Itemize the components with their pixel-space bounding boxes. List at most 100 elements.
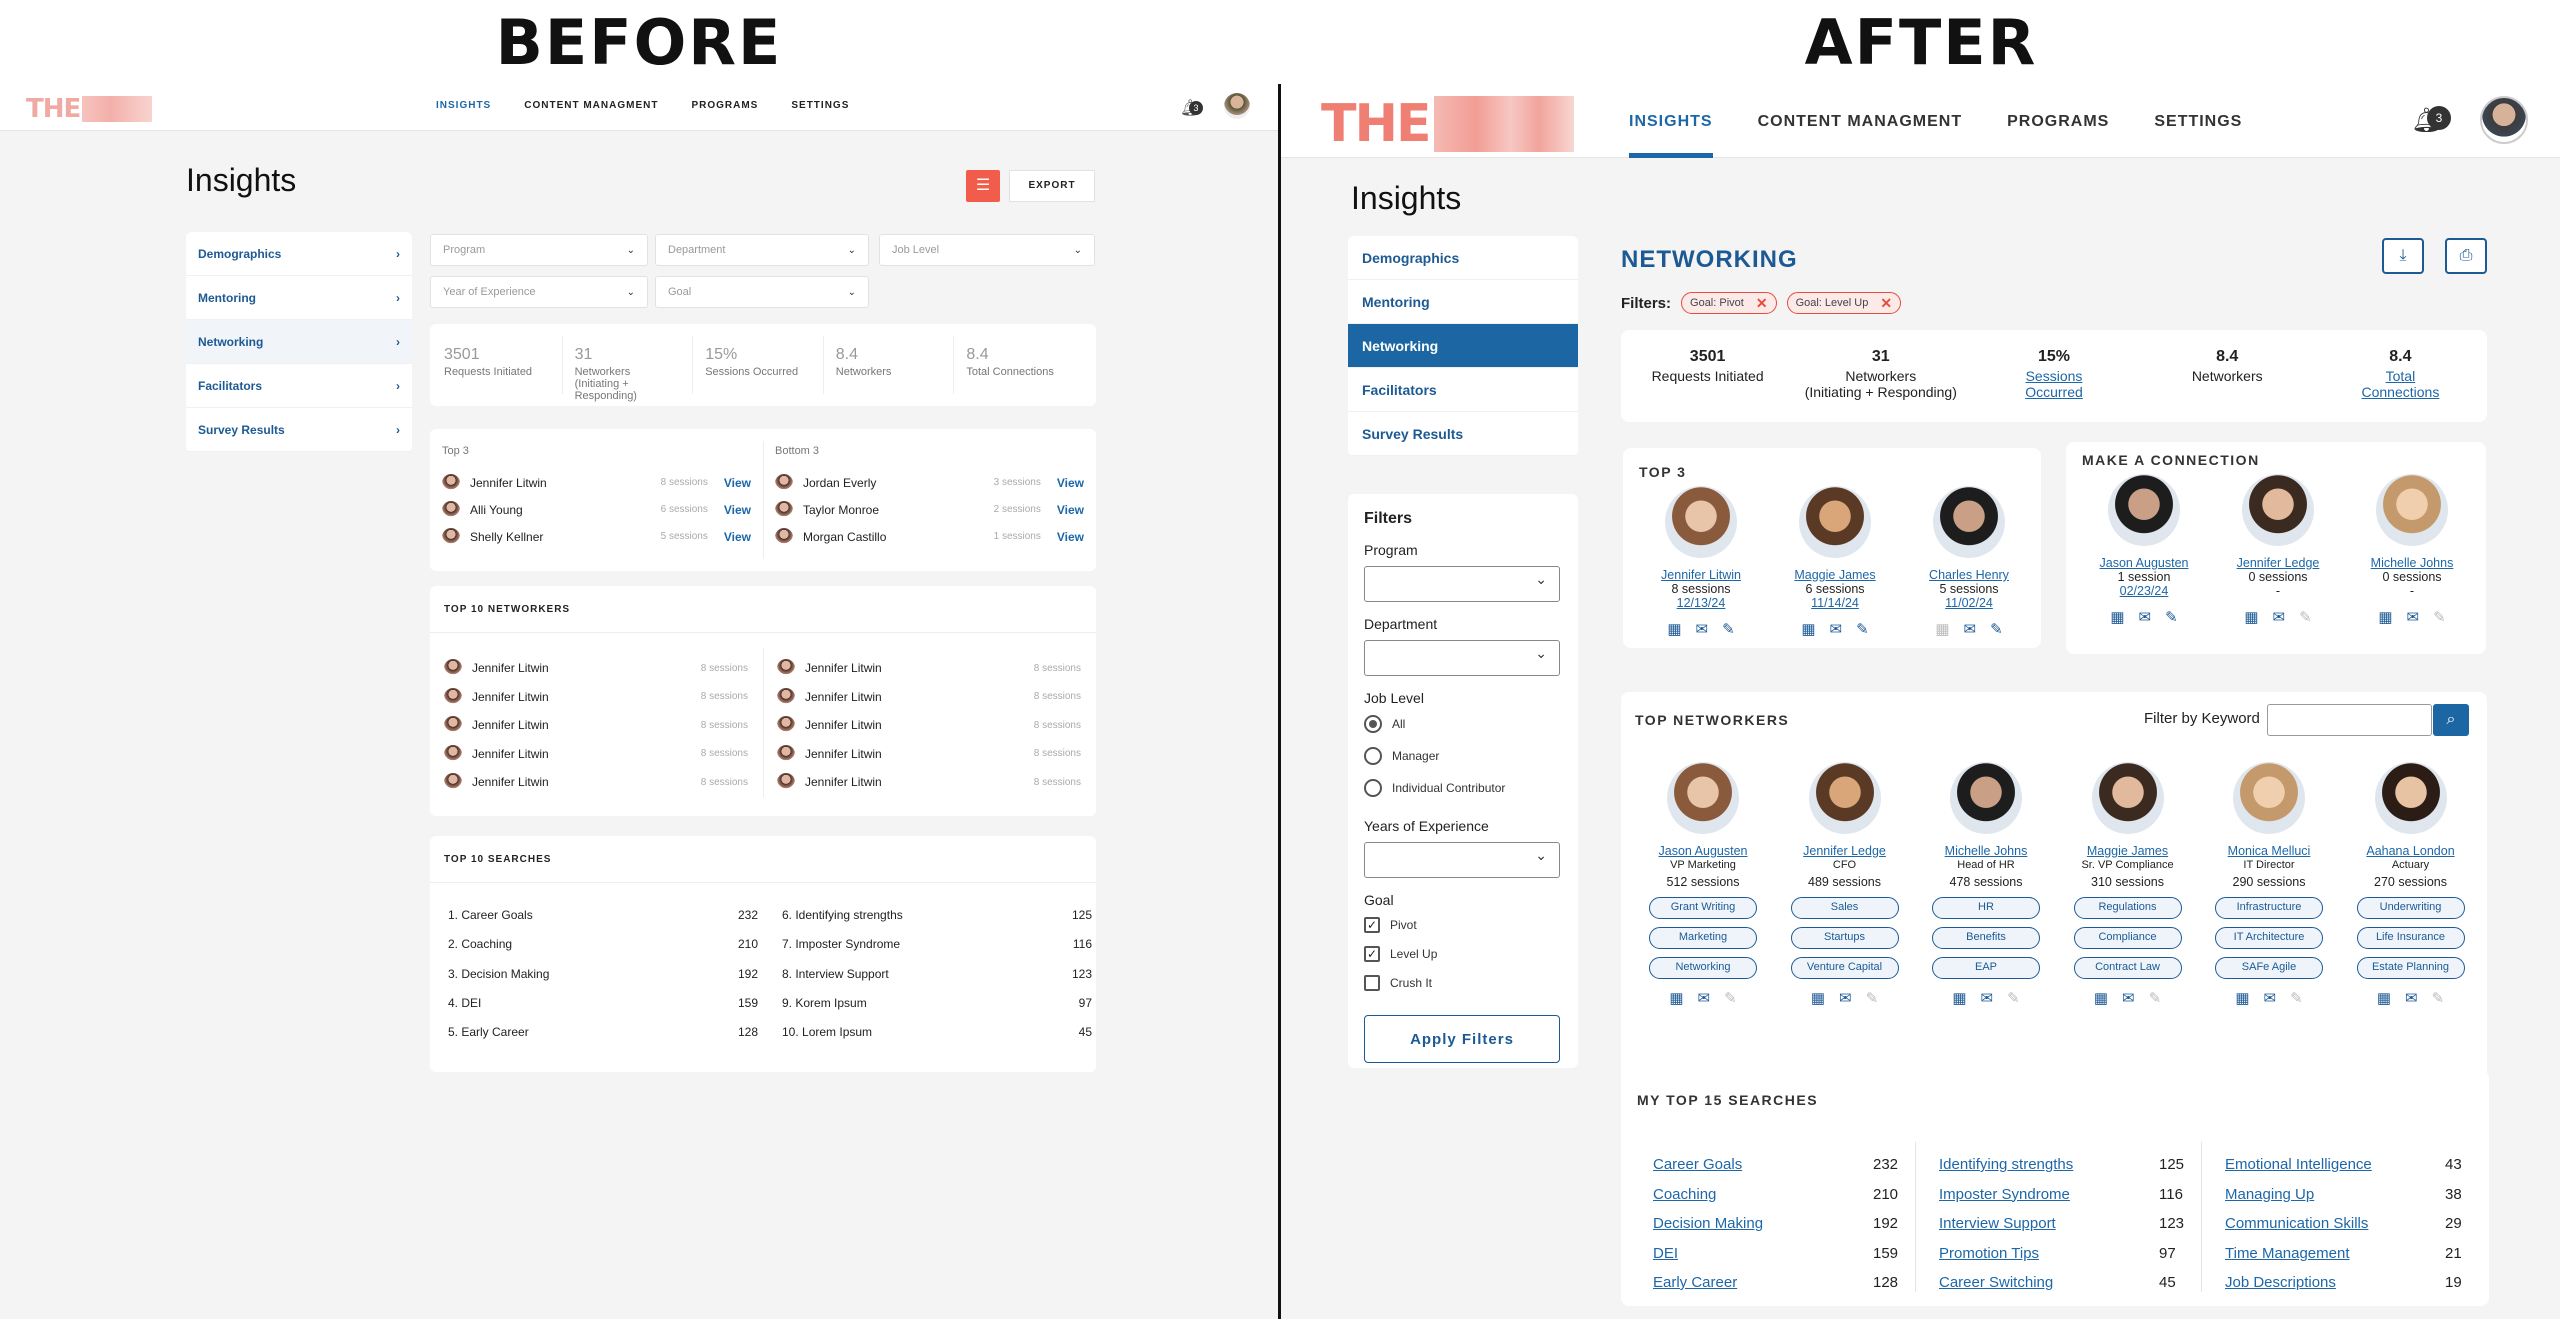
stat-label[interactable]: Sessions Occurred	[1967, 368, 2140, 400]
person-name[interactable]: Jennifer Ledge	[2212, 556, 2344, 570]
expertise-tag[interactable]: Sales	[1790, 897, 1899, 919]
nav-content-management[interactable]: CONTENT MANAGMENT	[524, 100, 658, 111]
program-select[interactable]: Program ⌄	[430, 234, 648, 266]
search-term-link[interactable]: Identifying strengths	[1939, 1156, 2073, 1186]
person-name[interactable]: Jason Augusten	[1633, 844, 1773, 858]
close-icon[interactable]: ✕	[1880, 295, 1892, 312]
calendar-icon[interactable]: ▦	[1669, 989, 1683, 1007]
expertise-tag[interactable]: Marketing	[1649, 927, 1757, 949]
calendar-icon[interactable]: ▦	[2110, 608, 2124, 626]
view-link[interactable]: View	[1057, 476, 1084, 490]
sidebar-item-demographics[interactable]: Demographics	[1348, 236, 1578, 280]
search-term-link[interactable]: Early Career	[1653, 1274, 1737, 1304]
profile-photo[interactable]	[2376, 474, 2448, 546]
checkbox-option[interactable]: Crush It	[1364, 968, 1562, 997]
print-button[interactable]: ⎙	[2445, 238, 2487, 274]
experience-select[interactable]: Year of Experience ⌄	[430, 276, 648, 308]
view-link[interactable]: View	[724, 476, 751, 490]
profile-photo[interactable]	[1667, 762, 1739, 834]
search-term-link[interactable]: Job Descriptions	[2225, 1274, 2336, 1304]
mail-icon[interactable]: ✉	[1964, 620, 1977, 638]
sidebar-item-facilitators[interactable]: Facilitators ›	[186, 364, 412, 408]
view-link[interactable]: View	[1057, 503, 1084, 517]
person-name[interactable]: Aahana London	[2341, 844, 2481, 858]
notes-icon[interactable]: ✎	[2299, 608, 2312, 626]
expertise-tag[interactable]: Benefits	[1932, 927, 2040, 949]
search-button[interactable]: ⌕	[2433, 704, 2469, 736]
calendar-icon[interactable]: ▦	[2377, 989, 2391, 1007]
mail-icon[interactable]: ✉	[2139, 608, 2152, 626]
profile-photo[interactable]	[1799, 486, 1871, 558]
filter-sliders-button[interactable]: ☰	[966, 170, 1000, 202]
search-term-link[interactable]: Coaching	[1653, 1186, 1716, 1216]
notes-icon[interactable]: ✎	[1722, 620, 1735, 638]
radio-button[interactable]	[1364, 715, 1382, 733]
calendar-icon[interactable]: ▦	[1811, 989, 1825, 1007]
profile-photo[interactable]	[1933, 486, 2005, 558]
calendar-icon[interactable]: ▦	[1667, 620, 1681, 638]
mail-icon[interactable]: ✉	[1698, 989, 1711, 1007]
view-link[interactable]: View	[724, 530, 751, 544]
checkbox-option[interactable]: ✓ Level Up	[1364, 939, 1562, 968]
notes-icon[interactable]: ✎	[2165, 608, 2178, 626]
logo[interactable]: THE	[1321, 94, 1574, 154]
mail-icon[interactable]: ✉	[2273, 608, 2286, 626]
profile-photo[interactable]	[2108, 474, 2180, 546]
notes-icon[interactable]: ✎	[1724, 989, 1737, 1007]
person-name[interactable]: Maggie James	[2058, 844, 2198, 858]
view-link[interactable]: View	[1057, 530, 1084, 544]
search-term-link[interactable]: DEI	[1653, 1245, 1678, 1275]
avatar[interactable]	[2480, 96, 2528, 144]
expertise-tag[interactable]: Networking	[1649, 957, 1757, 979]
close-icon[interactable]: ✕	[1756, 295, 1768, 312]
job-level-select[interactable]: Job Level ⌄	[879, 234, 1095, 266]
search-term-link[interactable]: Career Goals	[1653, 1156, 1742, 1186]
nav-settings[interactable]: SETTINGS	[2154, 84, 2242, 158]
profile-photo[interactable]	[1808, 762, 1881, 834]
expertise-tag[interactable]: Infrastructure	[2215, 897, 2323, 919]
mail-icon[interactable]: ✉	[1839, 989, 1852, 1007]
mail-icon[interactable]: ✉	[2405, 989, 2418, 1007]
calendar-icon[interactable]: ▦	[1801, 620, 1815, 638]
expertise-tag[interactable]: Underwriting	[2356, 897, 2465, 919]
person-name[interactable]: Jennifer Ledge	[1775, 844, 1915, 858]
expertise-tag[interactable]: Compliance	[2073, 927, 2182, 949]
filter-chip[interactable]: Goal: Level Up ✕	[1786, 292, 1902, 314]
sidebar-item-survey-results[interactable]: Survey Results	[1348, 412, 1578, 456]
nav-insights[interactable]: INSIGHTS	[1629, 84, 1713, 158]
department-select[interactable]	[1364, 640, 1560, 676]
notes-icon[interactable]: ✎	[2433, 608, 2446, 626]
search-term-link[interactable]: Managing Up	[2225, 1186, 2314, 1216]
stat-label[interactable]: Total Connections	[2314, 368, 2487, 400]
profile-photo[interactable]	[1665, 486, 1737, 558]
nav-settings[interactable]: SETTINGS	[791, 100, 849, 111]
expertise-tag[interactable]: IT Architecture	[2215, 927, 2323, 949]
calendar-icon[interactable]: ▦	[1935, 620, 1949, 638]
sidebar-item-mentoring[interactable]: Mentoring ›	[186, 276, 412, 320]
checkbox[interactable]	[1364, 974, 1380, 991]
calendar-icon[interactable]: ▦	[2244, 608, 2258, 626]
notes-icon[interactable]: ✎	[1856, 620, 1869, 638]
profile-photo[interactable]	[2233, 762, 2305, 834]
expertise-tag[interactable]: Startups	[1790, 927, 1899, 949]
nav-insights[interactable]: INSIGHTS	[436, 100, 491, 111]
profile-photo[interactable]	[2242, 474, 2314, 546]
session-date[interactable]: 12/13/24	[1635, 596, 1767, 610]
person-name[interactable]: Maggie James	[1769, 568, 1901, 582]
mail-icon[interactable]: ✉	[1830, 620, 1843, 638]
expertise-tag[interactable]: Grant Writing	[1649, 897, 1757, 919]
goal-select[interactable]: Goal ⌄	[655, 276, 869, 308]
expertise-tag[interactable]: Regulations	[2073, 897, 2182, 919]
person-name[interactable]: Jason Augusten	[2078, 556, 2210, 570]
avatar[interactable]	[1224, 93, 1250, 119]
session-date[interactable]: 11/02/24	[1903, 596, 2035, 610]
bell-icon[interactable]: 🔔︎3	[1180, 98, 1203, 117]
yoe-select[interactable]	[1364, 842, 1560, 878]
person-name[interactable]: Michelle Johns	[2346, 556, 2478, 570]
search-term-link[interactable]: Emotional Intelligence	[2225, 1156, 2372, 1186]
nav-programs[interactable]: PROGRAMS	[691, 100, 758, 111]
radio-button[interactable]	[1364, 779, 1382, 797]
checkbox[interactable]: ✓	[1364, 945, 1380, 962]
expertise-tag[interactable]: Contract Law	[2073, 957, 2182, 979]
radio-option[interactable]: Individual Contributor	[1364, 772, 1562, 804]
